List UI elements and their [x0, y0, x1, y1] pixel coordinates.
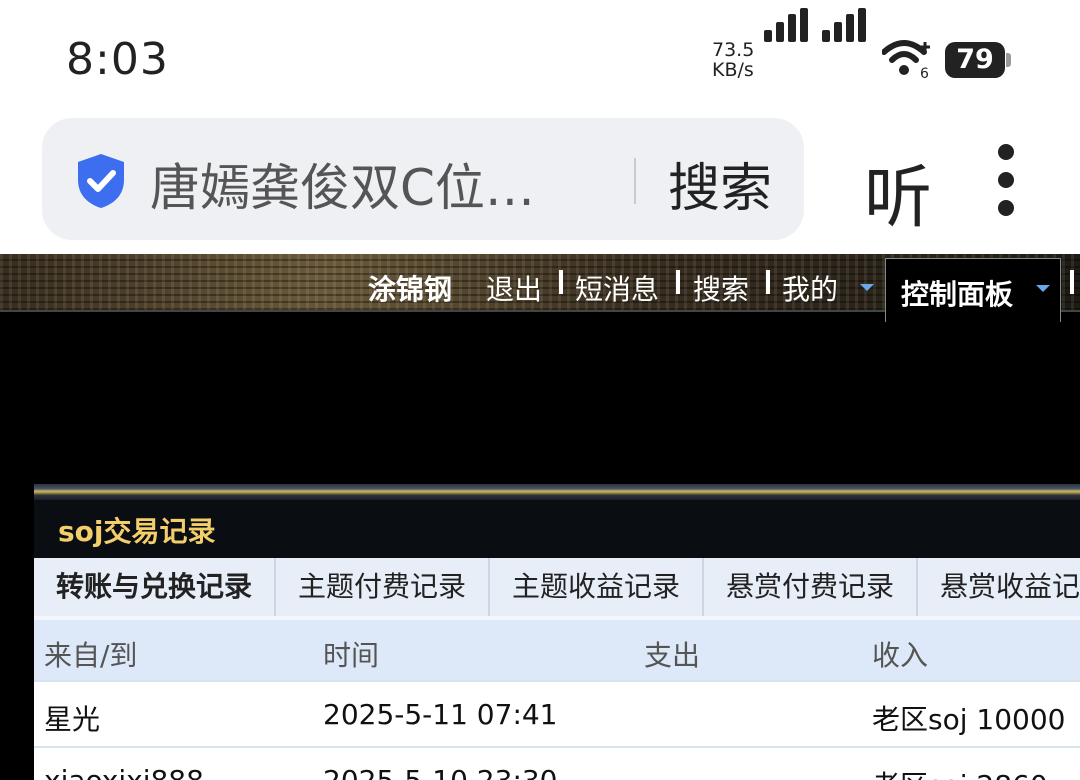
nav-separator — [1070, 270, 1074, 294]
nav-logout[interactable]: 退出 — [486, 268, 542, 308]
more-vertical-icon[interactable] — [996, 144, 1016, 216]
panel-decor-border — [34, 484, 1080, 500]
nav-separator — [766, 270, 770, 294]
transaction-panel: soj交易记录 转账与兑换记录 主题付费记录 主题收益记录 悬赏付费记录 悬赏收… — [34, 484, 1080, 780]
table-header: 来自/到 时间 支出 收入 — [34, 616, 1080, 680]
table-row: 星光 2025-5-11 07:41 老区soj 10000 — [34, 680, 1080, 746]
wifi-badge: 6 — [920, 66, 929, 80]
browser-toolbar: 唐嫣龚俊双C位… 搜索 听 — [0, 112, 1080, 254]
url-text[interactable]: 唐嫣龚俊双C位… — [150, 148, 535, 220]
chevron-down-icon[interactable] — [1036, 285, 1050, 292]
tab-bounty-income[interactable]: 悬赏收益记 — [918, 558, 1080, 616]
network-speed-unit: KB/s — [712, 59, 754, 81]
nav-control-panel[interactable]: 控制面板 — [885, 258, 1061, 322]
battery-icon: 79 — [945, 42, 1011, 78]
status-bar: 8:03 73.5 KB/s 6 79 — [0, 0, 1080, 112]
wifi-icon: 6 — [881, 40, 934, 84]
nav-search[interactable]: 搜索 — [693, 268, 749, 308]
nav-separator — [559, 270, 563, 294]
cell-from-to[interactable]: 星光 — [44, 698, 100, 738]
shield-check-icon[interactable] — [74, 152, 128, 214]
cell-income: 老区soj 2860 — [872, 764, 1048, 780]
chevron-down-icon[interactable] — [860, 284, 874, 291]
column-time: 时间 — [323, 639, 380, 672]
tab-topic-payment[interactable]: 主题付费记录 — [276, 558, 490, 616]
nav-my[interactable]: 我的 — [782, 268, 838, 308]
column-expense: 支出 — [644, 639, 701, 672]
nav-messages[interactable]: 短消息 — [575, 268, 659, 308]
network-speed: 73.5 KB/s — [712, 40, 754, 80]
nav-separator — [676, 270, 680, 294]
address-divider — [634, 158, 636, 204]
panel-header: soj交易记录 — [34, 500, 1080, 558]
column-income: 收入 — [872, 639, 929, 672]
column-from-to: 来自/到 — [44, 639, 138, 672]
control-panel-label: 控制面板 — [901, 278, 1014, 311]
forum-top-nav: 涂锦钢 退出 短消息 搜索 我的 控制面板 — [0, 254, 1080, 322]
listen-button[interactable]: 听 — [864, 142, 932, 241]
table-row: xiaoxixi888 2025-5-10 23:30 老区soj 2860 — [34, 746, 1080, 780]
cell-time: 2025-5-10 23:30 — [323, 764, 558, 780]
nav-username[interactable]: 涂锦钢 — [368, 268, 452, 308]
tab-bounty-payment[interactable]: 悬赏付费记录 — [704, 558, 918, 616]
panel-title: soj交易记录 — [58, 515, 216, 548]
cell-time: 2025-5-11 07:41 — [323, 698, 558, 731]
cell-income: 老区soj 10000 — [872, 703, 1066, 736]
network-speed-value: 73.5 — [712, 39, 755, 61]
address-bar[interactable]: 唐嫣龚俊双C位… 搜索 — [42, 118, 804, 240]
tab-transfer-exchange[interactable]: 转账与兑换记录 — [34, 558, 276, 616]
cell-from-to[interactable]: xiaoxixi888 — [44, 764, 204, 780]
search-button[interactable]: 搜索 — [668, 146, 772, 221]
battery-level: 79 — [945, 42, 1005, 78]
clock: 8:03 — [66, 34, 169, 85]
record-tabs: 转账与兑换记录 主题付费记录 主题收益记录 悬赏付费记录 悬赏收益记 — [34, 558, 1080, 616]
tab-topic-income[interactable]: 主题收益记录 — [490, 558, 704, 616]
